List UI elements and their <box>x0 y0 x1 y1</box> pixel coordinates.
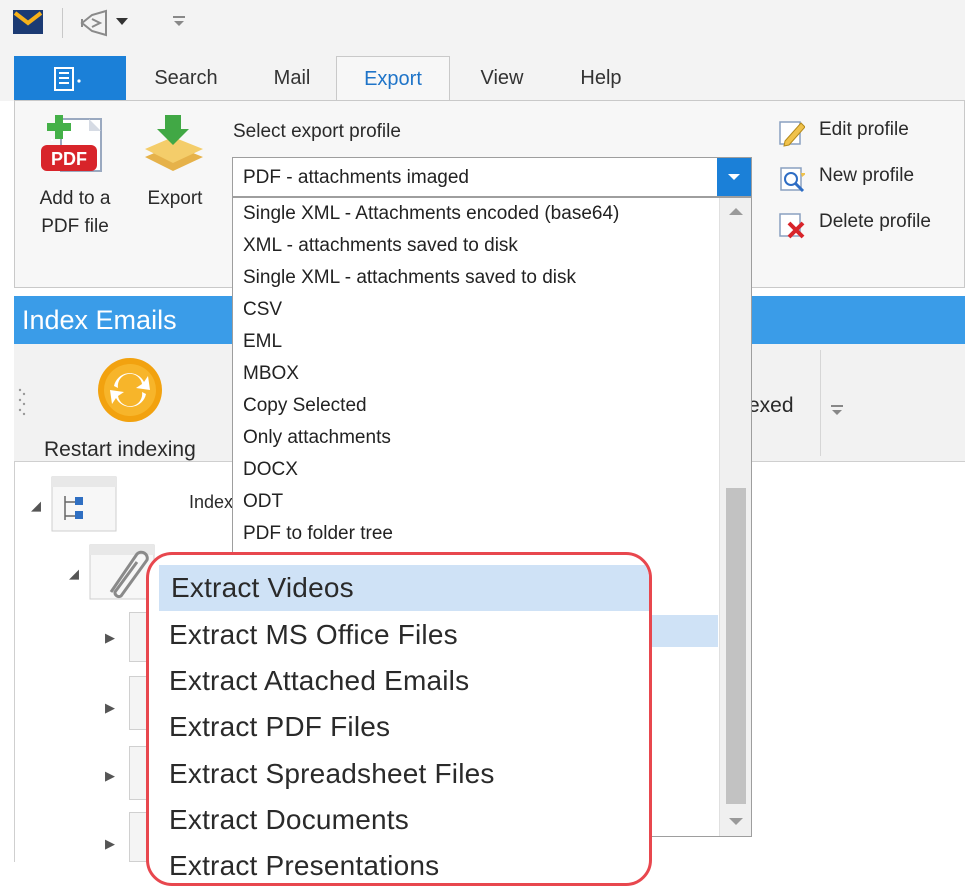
tree-root-label: Index <box>189 492 234 512</box>
index-root-icon <box>51 476 117 532</box>
add-pdf-label-line2: PDF file <box>41 216 109 237</box>
add-to-pdf-button[interactable]: PDF Add to a PDF file <box>29 115 117 243</box>
export-profile-select[interactable]: PDF - attachments imaged <box>232 157 752 197</box>
refresh-icon <box>98 358 162 422</box>
new-profile-icon <box>780 167 805 193</box>
dropdown-option[interactable]: Extract PDF Files <box>169 704 649 750</box>
restart-indexing-button[interactable]: Restart indexing <box>40 354 220 461</box>
partial-indexed-label: exed <box>748 394 794 417</box>
chevron-down-icon[interactable] <box>116 18 128 26</box>
zoom-callout: Extract Videos Extract MS Office Files E… <box>146 552 652 886</box>
dropdown-option[interactable]: Extract Spreadsheet Files <box>169 751 649 797</box>
select-profile-label: Select export profile <box>233 121 401 142</box>
edit-profile-label: Edit profile <box>819 119 909 140</box>
new-profile-button[interactable]: New profile <box>777 163 957 195</box>
dropdown-option[interactable]: Extract MS Office Files <box>169 612 649 658</box>
dropdown-option[interactable]: XML - attachments saved to disk <box>243 230 518 262</box>
dropdown-option[interactable]: Extract Presentations <box>169 843 649 883</box>
toolbar-overflow-icon[interactable] <box>830 404 844 418</box>
visual-studio-icon[interactable] <box>78 9 112 37</box>
dropdown-option[interactable]: DOCX <box>243 454 298 486</box>
scroll-up-icon[interactable] <box>729 208 743 215</box>
restart-indexing-label: Restart indexing <box>44 438 196 461</box>
tab-view[interactable]: View <box>462 56 542 101</box>
export-label: Export <box>147 188 203 209</box>
tree-expander[interactable]: ▶ <box>105 700 115 716</box>
dropdown-option[interactable]: PDF to folder tree <box>243 518 393 550</box>
file-menu-tab[interactable] <box>14 56 126 101</box>
tab-search[interactable]: Search <box>140 56 232 101</box>
hover-highlight <box>643 615 718 647</box>
quick-access-toolbar <box>0 0 965 46</box>
pdf-badge-text: PDF <box>51 149 87 169</box>
delete-profile-button[interactable]: Delete profile <box>777 209 965 241</box>
add-pdf-label-line1: Add to a <box>39 188 111 209</box>
tab-help[interactable]: Help <box>560 56 642 101</box>
dropdown-option[interactable]: Single XML - attachments saved to disk <box>243 262 576 294</box>
toolbar-divider <box>820 350 821 456</box>
tab-export[interactable]: Export <box>336 56 450 102</box>
mail-app-icon[interactable] <box>13 10 45 36</box>
dropdown-option[interactable]: EML <box>243 326 282 358</box>
delete-profile-icon <box>779 213 805 239</box>
toolbar-separator <box>62 8 63 38</box>
new-profile-label: New profile <box>819 165 915 186</box>
tree-expander[interactable]: ◢ <box>69 566 79 582</box>
tree-expander[interactable]: ▶ <box>105 630 115 646</box>
tree-expander[interactable]: ▶ <box>105 836 115 852</box>
tree-expander[interactable]: ◢ <box>31 498 41 514</box>
pdf-file-icon: PDF <box>41 115 102 172</box>
dropdown-option[interactable]: Extract Attached Emails <box>169 658 649 704</box>
delete-profile-label: Delete profile <box>819 211 931 232</box>
dropdown-scrollbar[interactable] <box>719 198 751 836</box>
dropdown-option[interactable]: Extract Documents <box>169 797 649 843</box>
dropdown-option[interactable]: ODT <box>243 486 283 518</box>
export-layers-icon <box>145 115 203 171</box>
edit-pencil-icon <box>779 121 805 147</box>
export-button[interactable]: Export <box>135 115 215 215</box>
dropdown-option[interactable]: Only attachments <box>243 422 391 454</box>
app-menu-icon <box>54 67 81 91</box>
dropdown-option[interactable]: Single XML - Attachments encoded (base64… <box>243 198 619 230</box>
drag-handle-icon[interactable] <box>18 386 26 422</box>
tab-mail[interactable]: Mail <box>252 56 332 101</box>
dropdown-option[interactable]: MBOX <box>243 358 299 390</box>
ribbon-tab-row: Search Mail Export View Help <box>0 46 965 102</box>
dropdown-option-selected[interactable]: Extract Videos <box>159 565 649 611</box>
dropdown-arrow-button[interactable] <box>717 158 751 196</box>
tree-expander[interactable]: ▶ <box>105 768 115 784</box>
dropdown-option[interactable]: CSV <box>243 294 282 326</box>
export-profile-selected-value: PDF - attachments imaged <box>243 167 469 188</box>
dropdown-option[interactable]: Copy Selected <box>243 390 367 422</box>
scroll-down-icon[interactable] <box>729 818 743 825</box>
edit-profile-button[interactable]: Edit profile <box>777 117 957 149</box>
customize-toolbar-icon[interactable] <box>172 14 186 28</box>
scroll-thumb[interactable] <box>726 488 746 804</box>
